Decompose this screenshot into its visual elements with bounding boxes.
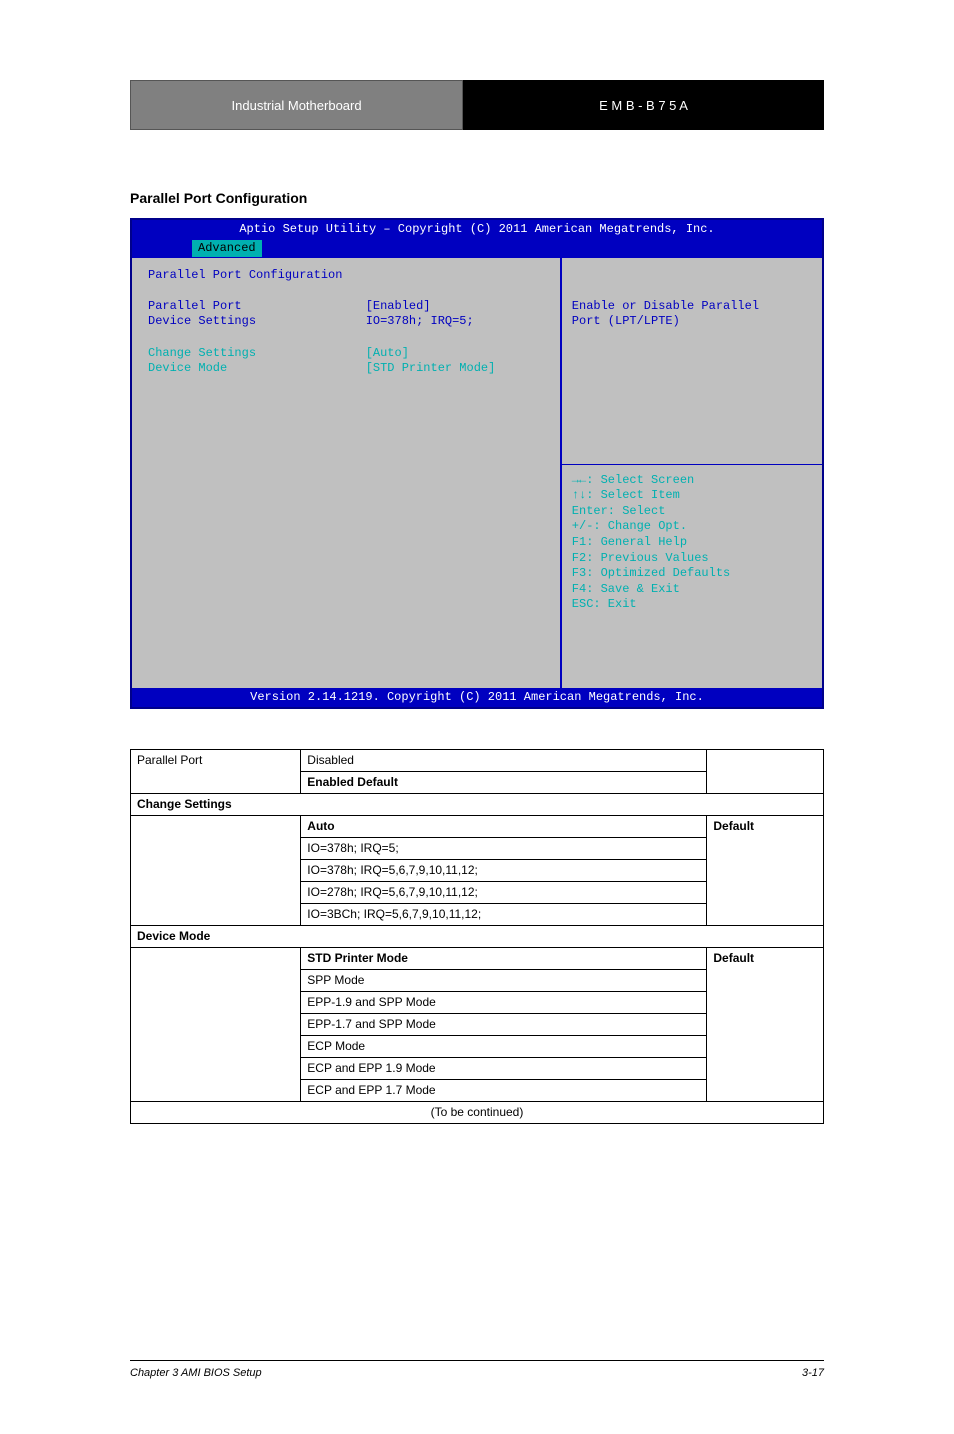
- section-title: Parallel Port Configuration: [130, 190, 824, 206]
- table-option: ECP and EPP 1.9 Mode: [301, 1058, 707, 1080]
- bios-row: Parallel Port[Enabled]: [148, 299, 544, 315]
- table-header-item: Parallel Port: [131, 750, 301, 794]
- table-option: EPP-1.7 and SPP Mode: [301, 1014, 707, 1036]
- page: Industrial Motherboard E M B - B 7 5 A P…: [0, 0, 954, 1434]
- table-option: Auto: [301, 816, 707, 838]
- bios-row: Device SettingsIO=378h; IRQ=5;: [148, 314, 544, 330]
- table-section-row: Device Mode: [131, 926, 824, 948]
- table-option: IO=278h; IRQ=5,6,7,9,10,11,12;: [301, 882, 707, 904]
- bios-right-pane: Enable or Disable Parallel Port (LPT/LPT…: [560, 258, 822, 688]
- footer-chapter: Chapter 3 AMI BIOS Setup: [130, 1367, 262, 1379]
- table-option: ECP Mode: [301, 1036, 707, 1058]
- bios-version-bar: Version 2.14.1219. Copyright (C) 2011 Am…: [132, 688, 822, 708]
- options-table: Parallel Port Disabled Enabled Default C…: [130, 749, 824, 1124]
- table-row: Auto Default: [131, 816, 824, 838]
- page-footer: Chapter 3 AMI BIOS Setup 3-17: [130, 1360, 824, 1379]
- bios-heading: Parallel Port Configuration: [148, 268, 366, 284]
- bios-screenshot: Aptio Setup Utility – Copyright (C) 2011…: [130, 218, 824, 709]
- bios-help-text: Enable or Disable Parallel Port (LPT/LPT…: [572, 299, 812, 330]
- bios-left-pane: Parallel Port Configuration Parallel Por…: [132, 258, 560, 688]
- bios-tab-row: Advanced: [132, 240, 822, 258]
- table-footer-row: (To be continued): [131, 1102, 824, 1124]
- table-header-row: Parallel Port Disabled: [131, 750, 824, 772]
- table-continued: (To be continued): [131, 1102, 824, 1124]
- table-row: STD Printer Mode Default: [131, 948, 824, 970]
- bios-title-bar: Aptio Setup Utility – Copyright (C) 2011…: [132, 220, 822, 240]
- footer-page-number: 3-17: [802, 1367, 824, 1379]
- table-section-title: Change Settings: [131, 794, 824, 816]
- page-header: Industrial Motherboard E M B - B 7 5 A: [130, 80, 824, 130]
- table-section-row: Change Settings: [131, 794, 824, 816]
- table-default-label: Default: [707, 948, 824, 1102]
- table-option: Disabled: [301, 750, 707, 772]
- table-option: STD Printer Mode: [301, 948, 707, 970]
- table-option: SPP Mode: [301, 970, 707, 992]
- bios-row: Device Mode[STD Printer Mode]: [148, 361, 544, 377]
- table-option: IO=3BCh; IRQ=5,6,7,9,10,11,12;: [301, 904, 707, 926]
- table-header-blank: [707, 750, 824, 794]
- table-section-title: Device Mode: [131, 926, 824, 948]
- header-left: Industrial Motherboard: [130, 80, 463, 130]
- table-option: EPP-1.9 and SPP Mode: [301, 992, 707, 1014]
- bios-help-divider: [562, 464, 822, 465]
- bios-row: Change Settings[Auto]: [148, 346, 544, 362]
- header-right: E M B - B 7 5 A: [463, 80, 824, 130]
- bios-body: Parallel Port Configuration Parallel Por…: [132, 258, 822, 688]
- table-option: ECP and EPP 1.7 Mode: [301, 1080, 707, 1102]
- table-item-blank: [131, 948, 301, 1102]
- table-default-label: Default: [707, 816, 824, 926]
- table-option-default: Enabled Default: [301, 772, 707, 794]
- table-option: IO=378h; IRQ=5,6,7,9,10,11,12;: [301, 860, 707, 882]
- table-item-blank: [131, 816, 301, 926]
- bios-nav-help: →←: Select Screen ↑↓: Select Item Enter:…: [572, 473, 730, 613]
- table-option: IO=378h; IRQ=5;: [301, 838, 707, 860]
- bios-tab-advanced: Advanced: [192, 240, 262, 258]
